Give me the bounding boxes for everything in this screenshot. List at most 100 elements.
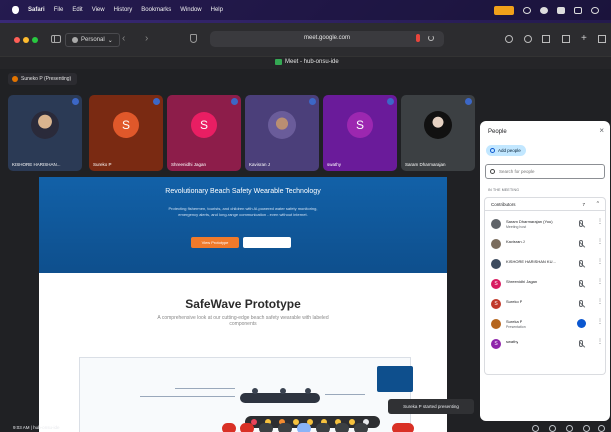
more-options-icon[interactable]: ⋮ [597, 279, 603, 285]
presenter-avatar [12, 76, 18, 82]
participant-row[interactable]: KISHORE HARISHAN KU... ⋮ [485, 254, 607, 273]
downloads-icon[interactable] [505, 35, 513, 43]
extensions-icon[interactable] [524, 35, 532, 43]
participant-list-avatar [491, 259, 501, 269]
menu-history[interactable]: History [114, 7, 133, 13]
presenting-indicator[interactable]: Suneko P (Presenting) [8, 73, 78, 85]
privacy-shield-icon[interactable] [190, 34, 197, 43]
raise-hand-button[interactable] [316, 423, 330, 432]
people-search[interactable] [485, 164, 605, 179]
participant-row[interactable]: S swathy ⋮ [485, 334, 607, 353]
participant-tile[interactable]: KISHORE HARISHAN... [8, 95, 82, 171]
search-input[interactable] [499, 169, 599, 174]
menu-edit[interactable]: Edit [72, 7, 82, 13]
captions-button[interactable] [259, 423, 273, 432]
present-button[interactable] [297, 423, 311, 432]
mic-off-icon [579, 220, 583, 227]
meeting-time-code: 9:03 AM | hub-onsu-ide [13, 425, 60, 430]
menu-file[interactable]: File [54, 7, 64, 13]
mic-off-icon [579, 300, 583, 307]
tab-title: Meet - hub-onsu-ide [285, 59, 339, 65]
people-icon[interactable] [549, 425, 556, 432]
tab-overview-icon[interactable] [598, 35, 606, 43]
menu-window[interactable]: Window [180, 7, 201, 13]
profile-selector[interactable]: Personal ⌄ [65, 33, 120, 47]
participant-photo [268, 111, 296, 140]
hero-description: Protecting fishermen, tourists, and chil… [168, 206, 318, 217]
chat-icon[interactable] [566, 425, 573, 432]
reload-icon[interactable] [428, 35, 434, 41]
more-options-icon[interactable]: ⋮ [597, 339, 603, 345]
participant-list-avatar: S [491, 299, 501, 309]
activities-icon[interactable] [583, 425, 590, 432]
tab-meet[interactable]: Meet - hub-onsu-ide [275, 59, 339, 65]
participant-tile[interactable]: Kavisran J [245, 95, 319, 171]
contributors-header[interactable]: Contributors 7 ^ [484, 197, 606, 211]
more-options-icon[interactable]: ⋮ [597, 259, 603, 265]
control-center-icon[interactable] [591, 6, 599, 14]
participant-photo [31, 111, 59, 140]
moon-icon[interactable] [540, 6, 548, 14]
participant-photo [424, 111, 452, 140]
recording-icon [416, 34, 420, 42]
safari-window: Personal ⌄ ‹ › meet.google.com + Meet - … [0, 23, 611, 432]
emoji-button[interactable] [278, 423, 292, 432]
address-bar[interactable]: meet.google.com [210, 31, 444, 47]
leave-call-button[interactable] [392, 423, 414, 432]
participant-tile[interactable]: S Sureko P [89, 95, 163, 171]
muted-mic-icon [387, 98, 394, 105]
diagram-leader-line [140, 396, 235, 397]
chevron-down-icon: ⌄ [107, 37, 113, 44]
camera-toggle-button[interactable] [240, 423, 254, 432]
participant-row[interactable]: S Shreenidhi Jagan ⋮ [485, 274, 607, 293]
close-panel-button[interactable]: × [599, 126, 604, 135]
participant-list-name: swathy [506, 339, 519, 344]
host-controls-icon[interactable] [598, 425, 605, 432]
url-text: meet.google.com [303, 35, 351, 41]
back-button[interactable]: ‹ [122, 33, 125, 45]
new-tab-button[interactable]: + [581, 34, 589, 44]
participant-row[interactable]: Kavisran J ⋮ [485, 234, 607, 253]
muted-mic-icon [231, 98, 238, 105]
focus-icon[interactable] [523, 6, 531, 14]
zoom-window-button[interactable] [32, 37, 38, 43]
participant-row[interactable]: Sureka P Presentation ⋮ [485, 314, 607, 333]
more-options-button[interactable] [335, 423, 349, 432]
more-options-icon[interactable]: ⋮ [597, 319, 603, 325]
more-options-icon[interactable]: ⋮ [597, 299, 603, 305]
share-icon[interactable] [562, 35, 570, 43]
close-window-button[interactable] [14, 37, 20, 43]
participant-list-avatar [491, 239, 501, 249]
participant-row[interactable]: S Sureko P ⋮ [485, 294, 607, 313]
participant-tile[interactable]: S swathy [323, 95, 397, 171]
add-people-button[interactable]: Add people [486, 145, 526, 156]
participant-list-avatar [491, 219, 501, 229]
screen-recording-indicator-icon[interactable] [494, 5, 514, 15]
sidebar-toggle-icon[interactable] [51, 35, 61, 43]
diagram-leader-line [325, 394, 365, 395]
participant-list-name: Sureka P [506, 319, 523, 324]
minimize-window-button[interactable] [23, 37, 29, 43]
more-options-icon[interactable]: ⋮ [597, 239, 603, 245]
participant-tile[interactable]: S Shreenidhi Jagan [167, 95, 241, 171]
more-options-icon[interactable]: ⋮ [597, 219, 603, 225]
participant-tile[interactable]: Saram Dharmarajan [401, 95, 475, 171]
desktop: Safari File Edit View History Bookmarks … [0, 0, 611, 432]
muted-mic-icon [465, 98, 472, 105]
overflow-button[interactable] [354, 423, 368, 432]
mail-icon[interactable] [542, 35, 550, 43]
chevron-up-icon[interactable]: ^ [597, 201, 599, 207]
forward-button[interactable]: › [145, 33, 148, 45]
mic-toggle-button[interactable] [222, 423, 236, 432]
menu-extra-icon[interactable] [557, 6, 565, 14]
battery-icon[interactable] [574, 6, 582, 14]
participant-name: Saram Dharmarajan [405, 162, 446, 167]
menu-help[interactable]: Help [211, 7, 223, 13]
apple-menu-icon[interactable] [12, 6, 19, 14]
slide-hero: Revolutionary Beach Safety Wearable Tech… [39, 177, 447, 273]
info-icon[interactable] [532, 425, 539, 432]
menu-bookmarks[interactable]: Bookmarks [141, 7, 171, 13]
menu-view[interactable]: View [92, 7, 105, 13]
participant-row[interactable]: Saram Dharmarajan (You) Meeting host ⋮ [485, 214, 607, 233]
menu-app-name[interactable]: Safari [28, 7, 45, 13]
